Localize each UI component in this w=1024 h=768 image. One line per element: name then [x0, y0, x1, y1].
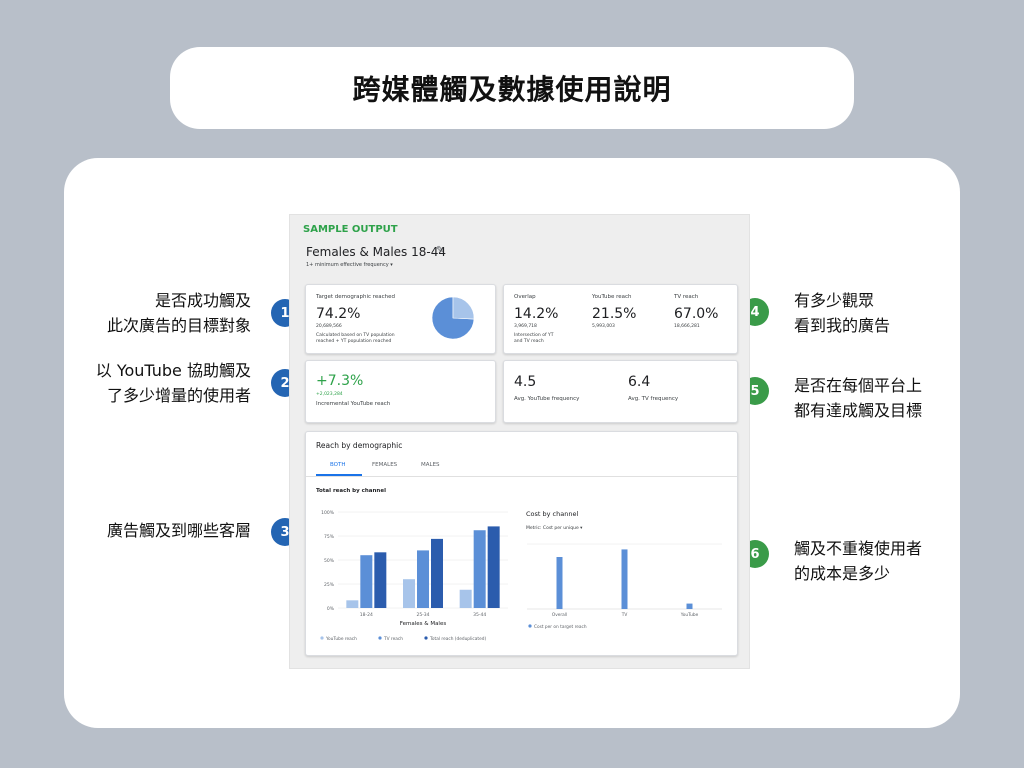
bar-18-24-1 — [360, 555, 373, 608]
demo-title: Reach by demographic — [316, 441, 403, 450]
frequency-filter[interactable]: 1+ minimum effective frequency ▾ — [306, 262, 393, 268]
overlap-count: 3,969,718 — [514, 324, 537, 329]
frequency-tile: 4.5 Avg. YouTube frequency 6.4 Avg. TV f… — [503, 360, 738, 423]
y-tick-label: 25% — [324, 582, 335, 588]
bar-18-24-0 — [346, 600, 359, 608]
tab-males[interactable]: MALES — [421, 462, 440, 468]
x-tick-label: 35-44 — [473, 612, 486, 618]
reach-overview-tile: Overlap 14.2% 3,969,718 Intersection of … — [503, 284, 738, 354]
y-tick-label: 100% — [321, 510, 335, 516]
title-banner: 跨媒體觸及數據使用說明 — [170, 47, 854, 129]
legend-label-0: YouTube reach — [325, 636, 357, 642]
bar-25-34-0 — [403, 579, 415, 608]
cost-bar-TV — [621, 549, 628, 609]
note-1: 是否成功觸及 此次廣告的目標對象 — [106, 291, 251, 335]
cost-x-tick-label: TV — [621, 612, 628, 618]
youtube-reach-count: 5,993,003 — [592, 324, 615, 329]
avg-tv-freq-label: Avg. TV frequency — [628, 396, 679, 402]
cost-legend-swatch — [528, 624, 532, 628]
avg-youtube-freq-value: 4.5 — [514, 374, 537, 390]
target-note-2: reached + YT population reached — [316, 339, 392, 344]
reach-by-demographic-tile: Reach by demographic BOTH FEMALES MALES … — [305, 431, 738, 656]
legend-swatch-2 — [424, 636, 428, 640]
legend-swatch-0 — [320, 636, 324, 640]
legend-swatch-1 — [378, 636, 382, 640]
youtube-reach-value: 21.5% — [592, 306, 637, 322]
note-6: 觸及不重複使用者 的成本是多少 — [794, 539, 923, 583]
note-3: 廣告觸及到哪些客層 — [106, 521, 251, 540]
legend-label-1: TV reach — [383, 636, 403, 642]
edit-pencil-icon[interactable]: ✎ — [436, 245, 444, 256]
total-reach-bar-chart: 0% 25% 50% 75% 100% 18-24 25-34 35-44 Females & … — [320, 510, 508, 642]
target-value: 74.2% — [316, 306, 361, 322]
tv-reach-count: 18,666,281 — [674, 324, 700, 329]
bar-35-44-1 — [473, 530, 486, 608]
cost-by-channel-title: Cost by channel — [526, 510, 579, 518]
demo-tabs: BOTH FEMALES MALES — [306, 456, 737, 477]
target-count: 20,689,566 — [316, 324, 342, 329]
x-tick-label: 18-24 — [360, 612, 373, 618]
incremental-label: Incremental YouTube reach — [316, 401, 391, 407]
tab-females[interactable]: FEMALES — [372, 462, 397, 468]
note-2: 以 YouTube 協助觸及 了多少增量的使用者 — [95, 361, 251, 405]
y-tick-label: 0% — [327, 606, 335, 612]
x-tick-label: 25-34 — [416, 612, 429, 618]
note-4: 有多少觀眾 看到我的廣告 — [794, 291, 891, 335]
cost-legend-label: Cost per on target reach — [534, 624, 587, 630]
active-tab-indicator — [316, 474, 362, 476]
metric-dropdown[interactable]: Metric: Cost per unique ▾ — [526, 526, 582, 532]
overlap-value: 14.2% — [514, 306, 559, 322]
note-5: 是否在每個平台上 都有達成觸及目標 — [794, 376, 923, 420]
cost-bar-Overall — [556, 557, 563, 609]
bar-35-44-2 — [487, 526, 500, 608]
total-reach-title: Total reach by channel — [316, 488, 386, 494]
y-tick-label: 50% — [324, 558, 335, 564]
bar-18-24-2 — [374, 552, 387, 608]
incremental-count: +2,023,284 — [316, 392, 343, 397]
tv-reach-value: 67.0% — [674, 306, 719, 322]
overlap-label: Overlap — [514, 294, 536, 300]
cost-x-tick-label: Overall — [552, 612, 567, 618]
x-axis-label: Females & Males — [400, 621, 447, 627]
bar-35-44-0 — [459, 589, 472, 608]
page-title: 跨媒體觸及數據使用說明 — [352, 73, 672, 106]
incremental-reach-tile: +7.3% +2,023,284 Incremental YouTube rea… — [305, 360, 496, 423]
y-tick-label: 75% — [324, 534, 335, 540]
legend-label-2: Total reach (deduplicated) — [429, 636, 486, 642]
target-label: Target demographic reached — [316, 294, 396, 300]
target-pie-chart — [431, 296, 475, 340]
target-reached-tile: Target demographic reached 74.2% 20,689,… — [305, 284, 496, 354]
avg-tv-freq-value: 6.4 — [628, 374, 651, 390]
bar-25-34-2 — [431, 538, 443, 608]
tv-reach-label: TV reach — [674, 294, 699, 300]
cost-bar-chart: Overall TV YouTube Cost per on target reach — [527, 543, 722, 630]
overlap-note-2: and TV reach — [514, 339, 544, 344]
sample-report: SAMPLE OUTPUT Females & Males 18-44 ✎ 1+… — [289, 214, 750, 669]
incremental-value: +7.3% — [316, 373, 364, 389]
pie-slice-1 — [452, 296, 475, 320]
tab-both[interactable]: BOTH — [330, 462, 346, 468]
cost-bar-YouTube — [686, 603, 693, 609]
segment-title[interactable]: Females & Males 18-44 — [306, 245, 446, 259]
cost-x-tick-label: YouTube — [680, 612, 699, 618]
avg-youtube-freq-label: Avg. YouTube frequency — [514, 396, 580, 402]
youtube-reach-label: YouTube reach — [592, 294, 632, 300]
sample-output-label: SAMPLE OUTPUT — [303, 224, 398, 235]
bar-25-34-1 — [417, 550, 429, 608]
